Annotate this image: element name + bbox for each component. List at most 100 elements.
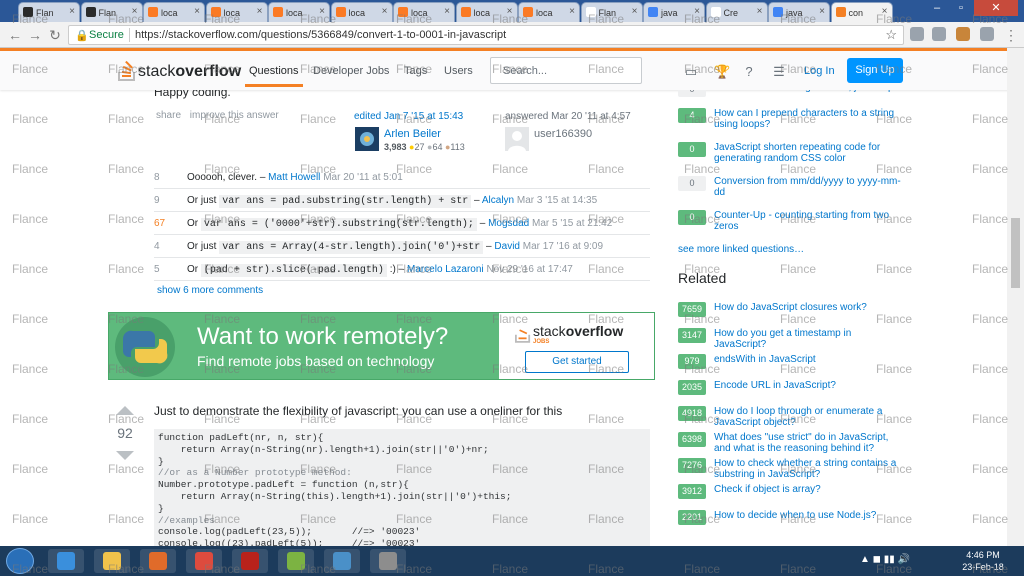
close-window-button[interactable]: ✕ — [974, 0, 1018, 16]
browser-tab[interactable]: Flan × — [18, 2, 80, 22]
browser-tab[interactable]: loca × — [330, 2, 393, 22]
comment-date[interactable]: Mar 5 '15 at 21:42 — [532, 218, 612, 229]
nav-tags[interactable]: Tags — [404, 65, 427, 77]
question-link[interactable]: Conversion from mm/dd/yyyy to yyyy-mm-dd — [714, 176, 906, 198]
author-name[interactable]: user166390 — [534, 128, 592, 140]
comment-date[interactable]: Mar 20 '11 at 5:01 — [323, 172, 403, 183]
browser-tab[interactable]: Flan × — [580, 2, 643, 22]
comment-user-link[interactable]: David — [494, 241, 520, 252]
upvote-arrow-icon[interactable] — [116, 406, 134, 415]
taskbar-app[interactable] — [94, 549, 130, 573]
signup-button[interactable]: Sign Up — [847, 58, 903, 83]
question-link[interactable]: How can I prepend characters to a string… — [714, 108, 906, 130]
edited-timestamp[interactable]: edited Jan 7 '15 at 15:43 — [354, 111, 463, 122]
tab-close-icon[interactable]: × — [569, 6, 575, 17]
show-more-comments-link[interactable]: show 6 more comments — [157, 285, 263, 296]
maximize-button[interactable]: ▫ — [950, 0, 972, 16]
extension-box-icon[interactable] — [980, 27, 994, 41]
taskbar-app[interactable] — [324, 549, 360, 573]
tab-close-icon[interactable]: × — [444, 6, 450, 17]
taskbar-clock[interactable]: 4:46 PM 23-Feb-18 — [958, 549, 1008, 573]
taskbar-app[interactable] — [370, 549, 406, 573]
editor-name[interactable]: Arlen Beiler — [384, 128, 441, 140]
question-link[interactable]: How do you get a timestamp in JavaScript… — [714, 328, 906, 350]
question-link[interactable]: What does "use strict" do in JavaScript,… — [714, 432, 906, 454]
extension-shield-icon[interactable] — [910, 27, 924, 41]
tab-close-icon[interactable]: × — [632, 6, 638, 17]
browser-tab[interactable]: loca × — [393, 2, 455, 22]
tab-close-icon[interactable]: × — [194, 6, 200, 17]
bookmark-star-icon[interactable]: ☆ — [885, 27, 897, 43]
browser-tab[interactable]: loca × — [143, 2, 205, 22]
browser-tab[interactable]: Flan × — [80, 2, 143, 22]
improve-answer-link[interactable]: improve this answer — [190, 110, 279, 121]
question-link[interactable]: JavaScript shorten repeating code for ge… — [714, 142, 906, 164]
search-input[interactable]: Search... — [490, 57, 642, 84]
browser-tab[interactable]: java × — [768, 2, 830, 22]
site-switcher-icon[interactable]: ☰ — [772, 65, 786, 79]
question-link[interactable]: Counter-Up - counting starting from two … — [714, 210, 906, 232]
help-icon[interactable]: ? — [742, 65, 756, 79]
question-link[interactable]: if less than double digits add 0, javasc… — [714, 90, 906, 93]
tab-close-icon[interactable]: × — [132, 6, 138, 17]
question-link[interactable]: How to decide when to use Node.js? — [714, 510, 906, 521]
inbox-icon[interactable]: ▭ — [684, 65, 698, 79]
browser-tab[interactable]: loca × — [205, 2, 268, 22]
tab-close-icon[interactable]: × — [694, 6, 700, 17]
tab-close-icon[interactable]: × — [757, 6, 763, 17]
question-link[interactable]: endsWith in JavaScript — [714, 354, 906, 365]
forward-icon[interactable]: → — [26, 26, 44, 44]
question-link[interactable]: How do I loop through or enumerate a Jav… — [714, 406, 906, 428]
taskbar-app[interactable] — [232, 549, 268, 573]
taskbar-app[interactable] — [48, 549, 84, 573]
comment-date[interactable]: Mar 17 '16 at 9:09 — [523, 241, 603, 252]
page-scrollbar[interactable] — [1007, 48, 1024, 546]
tab-close-icon[interactable]: × — [819, 6, 825, 17]
tab-close-icon[interactable]: × — [882, 6, 888, 17]
tab-close-icon[interactable]: × — [507, 6, 513, 17]
get-started-button[interactable]: Get started — [525, 351, 629, 373]
downvote-arrow-icon[interactable] — [116, 451, 134, 460]
browser-menu-icon[interactable]: ⋮ — [1002, 26, 1020, 44]
comment-user-link[interactable]: Mogsdad — [488, 218, 529, 229]
jobs-ad-banner[interactable]: Want to work remotely? Find remote jobs … — [108, 312, 655, 380]
scrollbar-thumb[interactable] — [1011, 218, 1020, 288]
question-link[interactable]: How do JavaScript closures work? — [714, 302, 906, 313]
achievements-icon[interactable]: 🏆 — [714, 65, 730, 79]
back-icon[interactable]: ← — [6, 26, 24, 44]
question-link[interactable]: How to check whether a string contains a… — [714, 458, 906, 480]
share-link[interactable]: share — [156, 110, 181, 121]
browser-tab[interactable]: loca × — [455, 2, 518, 22]
author-avatar[interactable] — [505, 127, 529, 151]
browser-tab[interactable]: java × — [643, 2, 705, 22]
taskbar-app[interactable] — [278, 549, 314, 573]
browser-tab[interactable]: loca × — [268, 2, 330, 22]
browser-tab[interactable]: Cre × — [705, 2, 768, 22]
see-more-linked-link[interactable]: see more linked questions… — [678, 244, 804, 255]
question-link[interactable]: Check if object is array? — [714, 484, 906, 495]
extension-icon[interactable] — [932, 27, 946, 41]
taskbar-app[interactable] — [140, 549, 176, 573]
login-link[interactable]: Log In — [804, 65, 835, 77]
extension-hammer-icon[interactable] — [956, 27, 970, 41]
reload-icon[interactable]: ↻ — [46, 26, 64, 44]
start-button[interactable] — [6, 548, 34, 574]
tab-close-icon[interactable]: × — [69, 6, 75, 17]
tab-close-icon[interactable]: × — [382, 6, 388, 17]
browser-tab[interactable]: loca × — [518, 2, 580, 22]
editor-avatar[interactable] — [355, 127, 379, 151]
minimize-button[interactable]: – — [926, 0, 948, 16]
url-field[interactable]: 🔒 Secure https://stackoverflow.com/quest… — [68, 25, 904, 45]
tab-close-icon[interactable]: × — [319, 6, 325, 17]
question-link[interactable]: Encode URL in JavaScript? — [714, 380, 906, 391]
comment-date[interactable]: Nov 29 '16 at 17:47 — [486, 264, 572, 275]
tab-close-icon[interactable]: × — [257, 6, 263, 17]
browser-tab[interactable]: con × — [830, 2, 893, 22]
taskbar-app[interactable] — [186, 549, 222, 573]
comment-user-link[interactable]: Alcalyn — [482, 195, 514, 206]
nav-developer-jobs[interactable]: Developer Jobs — [313, 65, 389, 77]
nav-users[interactable]: Users — [444, 65, 473, 77]
comment-user-link[interactable]: Marcelo Lazaroni — [407, 264, 484, 275]
comment-user-link[interactable]: Matt Howell — [268, 172, 320, 183]
comment-date[interactable]: Mar 3 '15 at 14:35 — [517, 195, 597, 206]
